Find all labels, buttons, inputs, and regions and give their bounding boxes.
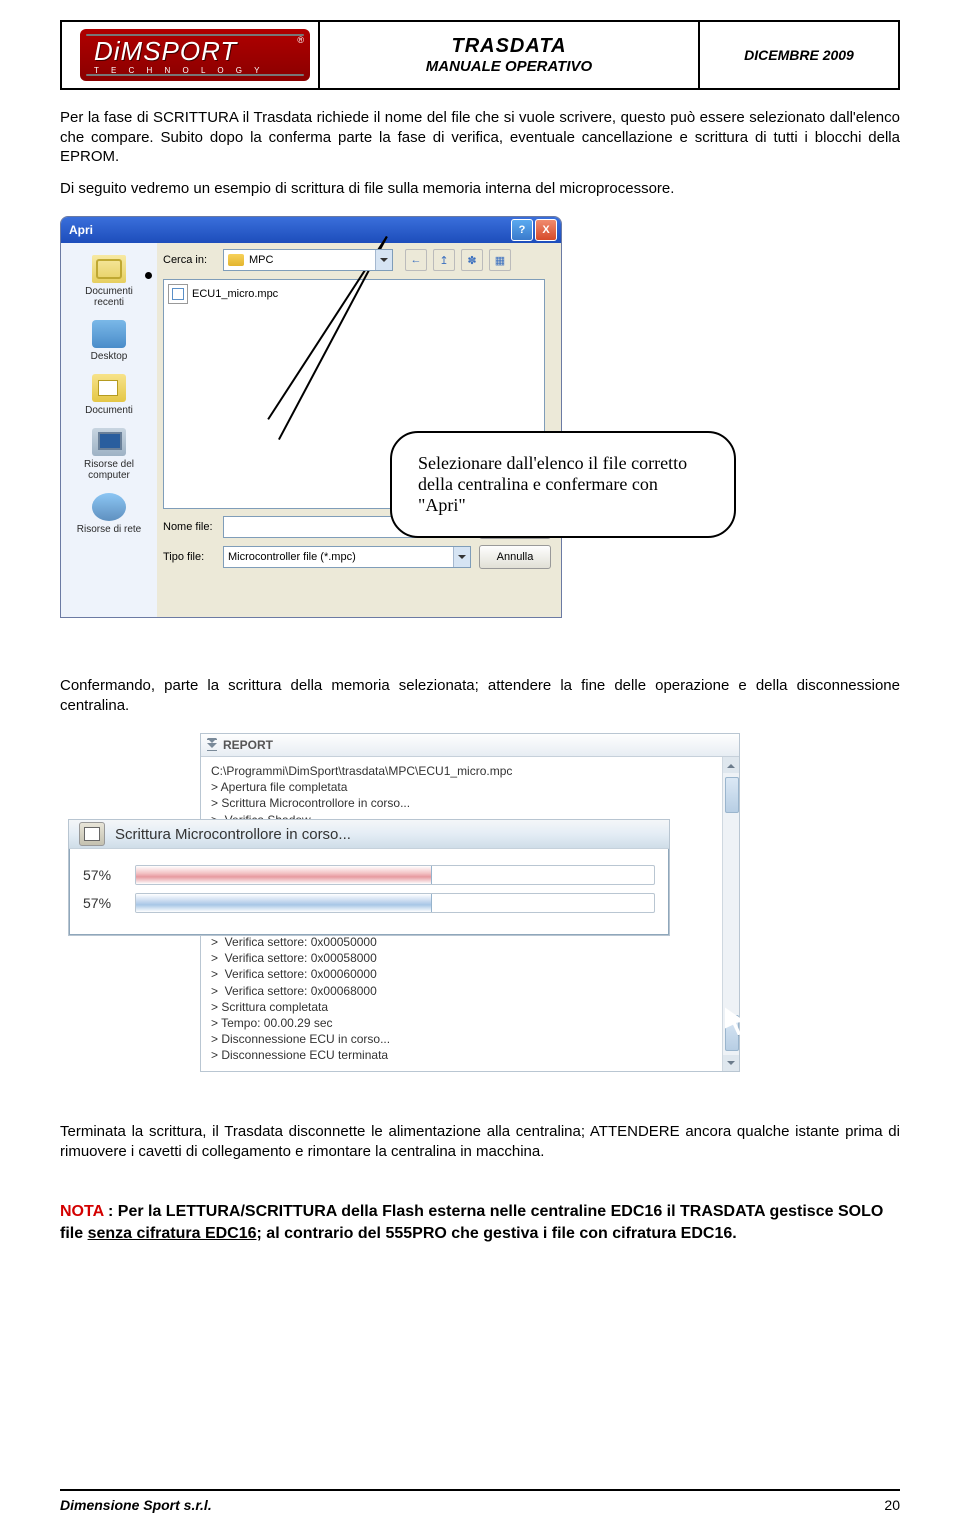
filetype-dropdown[interactable]: Microcontroller file (*.mpc) [223, 546, 471, 568]
open-dialog-titlebar: Apri ? X [61, 217, 561, 243]
places-documents[interactable]: Documenti [61, 368, 157, 422]
paragraph-1: Per la fase di SCRITTURA il Trasdata ric… [60, 108, 900, 167]
logo-technology: T E C H N O L O G Y [94, 66, 264, 75]
callout-bubble: Selezionare dall'elenco il file corretto… [390, 431, 736, 538]
report-line: > Scrittura Microcontrollore in corso... [211, 795, 735, 811]
scroll-up-icon[interactable] [723, 757, 739, 773]
titlebar-help-button[interactable]: ? [511, 219, 533, 241]
collapse-icon[interactable] [207, 739, 217, 751]
open-dialog: Apri ? X Documenti recenti Desktop Docum… [60, 216, 562, 618]
open-dialog-toolbar: ← ↥ ✽ ▦ [405, 249, 511, 271]
lookin-dropdown[interactable]: MPC [223, 249, 393, 271]
open-dialog-illustration: Apri ? X Documenti recenti Desktop Docum… [60, 216, 710, 646]
footer-page: 20 [884, 1497, 900, 1513]
header-date: DICEMBRE 2009 [744, 47, 854, 63]
new-folder-icon[interactable]: ✽ [461, 249, 483, 271]
recent-docs-icon [92, 255, 126, 283]
logo-dim: DiM [94, 36, 143, 66]
scroll-thumb[interactable] [725, 777, 739, 813]
back-icon[interactable]: ← [405, 249, 427, 271]
computer-icon [92, 428, 126, 456]
report-line: > Verifica settore: 0x00050000 [211, 934, 735, 950]
desktop-icon [92, 320, 126, 348]
nota-text-2: ; al contrario del 555PRO che gestiva i … [257, 1225, 737, 1242]
report-line: > Apertura file completata [211, 779, 735, 795]
nota-label: NOTA [60, 1203, 104, 1220]
footer-company: Dimensione Sport s.r.l. [60, 1497, 212, 1513]
report-line: > Disconnessione ECU in corso... [211, 1031, 735, 1047]
lookin-value: MPC [249, 254, 273, 266]
file-icon [168, 284, 188, 304]
report-illustration: REPORT C:\Programmi\DimSport\trasdata\MP… [200, 733, 740, 1072]
progress-percent-2: 57% [83, 895, 125, 911]
report-title: REPORT [223, 738, 273, 752]
progress-bar-2 [135, 893, 655, 913]
header-logo-cell: DiMSPORT T E C H N O L O G Y ® [60, 20, 320, 90]
report-line: > Disconnessione ECU terminata [211, 1047, 735, 1063]
places-bar: Documenti recenti Desktop Documenti Riso… [61, 243, 157, 617]
progress-percent-1: 57% [83, 867, 125, 883]
nota-paragraph: NOTA : Per la LETTURA/SCRITTURA della Fl… [60, 1201, 900, 1244]
report-line: > Scrittura completata [211, 999, 735, 1015]
cancel-button[interactable]: Annulla [479, 545, 551, 569]
network-icon [92, 493, 126, 521]
header-right: DICEMBRE 2009 [700, 20, 900, 90]
view-menu-icon[interactable]: ▦ [489, 249, 511, 271]
progress-title: Scrittura Microcontrollore in corso... [115, 826, 351, 843]
logo-sport: SPORT [143, 36, 237, 66]
open-dialog-title: Apri [69, 223, 93, 237]
paragraph-2: Di seguito vedremo un esempio di scrittu… [60, 179, 900, 199]
places-recent[interactable]: Documenti recenti [61, 249, 157, 314]
filetype-label: Tipo file: [163, 551, 223, 563]
paragraph-3: Confermando, parte la scrittura della me… [60, 676, 900, 715]
header-subtitle: MANUALE OPERATIVO [426, 58, 592, 75]
progress-icon [79, 822, 105, 846]
report-line: > Verifica settore: 0x00068000 [211, 983, 735, 999]
titlebar-close-button[interactable]: X [535, 219, 557, 241]
chevron-down-icon [375, 250, 392, 270]
folder-icon [228, 254, 244, 266]
up-folder-icon[interactable]: ↥ [433, 249, 455, 271]
header-title: TRASDATA [451, 35, 566, 58]
progress-dialog: Scrittura Microcontrollore in corso... 5… [68, 819, 670, 936]
logo-registered: ® [297, 35, 304, 45]
cursor-icon [284, 285, 296, 303]
nota-underline: senza cifratura EDC16 [88, 1225, 257, 1242]
places-network[interactable]: Risorse di rete [61, 487, 157, 541]
report-line: > Verifica settore: 0x00060000 [211, 966, 735, 982]
places-desktop[interactable]: Desktop [61, 314, 157, 368]
report-line: > Tempo: 00.00.29 sec [211, 1015, 735, 1031]
header-center: TRASDATA MANUALE OPERATIVO [320, 20, 700, 90]
paragraph-4: Terminata la scrittura, il Trasdata disc… [60, 1122, 900, 1161]
progress-bar-1 [135, 865, 655, 885]
report-line: C:\Programmi\DimSport\trasdata\MPC\ECU1_… [211, 763, 735, 779]
page-header: DiMSPORT T E C H N O L O G Y ® TRASDATA … [60, 20, 900, 90]
report-header: REPORT [201, 734, 739, 757]
callout-anchor-icon [145, 272, 152, 279]
report-line: > Verifica settore: 0x00058000 [211, 950, 735, 966]
dimsport-logo: DiMSPORT T E C H N O L O G Y ® [80, 29, 310, 81]
documents-icon [92, 374, 126, 402]
chevron-down-icon [453, 547, 470, 567]
file-name: ECU1_micro.mpc [192, 288, 278, 300]
footer-rule [60, 1489, 900, 1491]
scroll-down-icon[interactable] [723, 1055, 739, 1071]
places-computer[interactable]: Risorse del computer [61, 422, 157, 487]
callout-text: Selezionare dall'elenco il file corretto… [418, 453, 687, 515]
filename-label: Nome file: [163, 521, 223, 533]
lookin-label: Cerca in: [163, 254, 223, 266]
filetype-value: Microcontroller file (*.mpc) [228, 551, 356, 563]
